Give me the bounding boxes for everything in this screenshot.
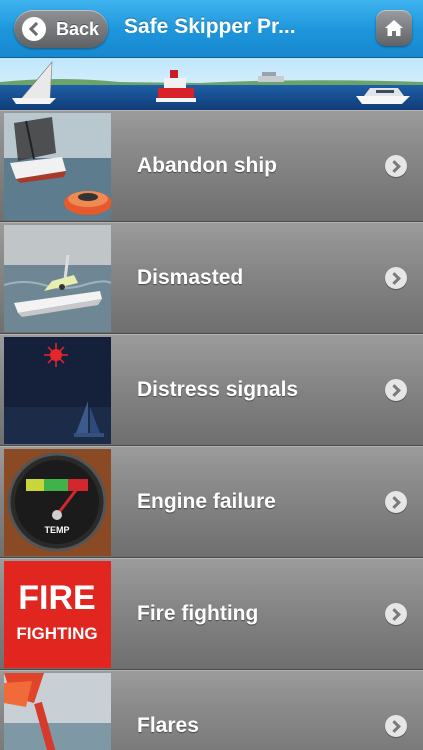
- list-item-dismasted[interactable]: Dismasted: [0, 222, 423, 334]
- gauge-label: TEMP: [44, 525, 69, 535]
- list-item-flares[interactable]: Flares: [0, 670, 423, 750]
- chevron-left-icon: [22, 17, 46, 41]
- chevron-right-icon: [385, 267, 407, 289]
- list-item-abandon-ship[interactable]: Abandon ship: [0, 110, 423, 222]
- handheld-flare-image: [4, 673, 111, 750]
- thumbnail: [4, 225, 111, 332]
- home-button[interactable]: [376, 10, 412, 46]
- list-item-distress-signals[interactable]: Distress signals: [0, 334, 423, 446]
- back-button-label: Back: [56, 18, 100, 39]
- chevron-right-icon: [385, 155, 407, 177]
- thumbnail: FIRE FIGHTING: [4, 561, 111, 668]
- boats-seascape-image: [0, 58, 423, 110]
- list-item-label: Fire fighting: [137, 602, 259, 625]
- navigation-bar: Back Safe Skipper Pr...: [0, 0, 423, 58]
- list-item-engine-failure[interactable]: TEMP Engine failure: [0, 446, 423, 558]
- list-item-label: Flares: [137, 714, 199, 737]
- back-button[interactable]: Back: [14, 10, 108, 48]
- thumbnail: [4, 113, 111, 220]
- fire-sign-text: FIRE: [18, 579, 95, 617]
- page-title: Safe Skipper Pr...: [124, 15, 296, 38]
- list-item-label: Distress signals: [137, 378, 299, 401]
- list-item-label: Engine failure: [137, 490, 276, 513]
- chevron-right-icon: [385, 379, 407, 401]
- fighting-sign-text: FIGHTING: [16, 624, 97, 643]
- header-banner: [0, 58, 423, 110]
- chevron-right-icon: [385, 715, 407, 737]
- chevron-right-icon: [385, 491, 407, 513]
- temp-gauge-image: TEMP: [4, 449, 111, 556]
- night-flare-sailboat-image: [4, 337, 111, 444]
- home-icon: [385, 20, 403, 36]
- list-item-label: Dismasted: [137, 266, 244, 289]
- list-item-fire-fighting[interactable]: FIRE FIGHTING Fire fighting: [0, 558, 423, 670]
- dismasted-yacht-image: [4, 225, 111, 332]
- list-item-label: Abandon ship: [137, 154, 277, 177]
- topic-list: Abandon ship Dismasted Distress signals …: [0, 110, 423, 750]
- fire-fighting-sign-image: FIRE FIGHTING: [4, 561, 111, 668]
- thumbnail: TEMP: [4, 449, 111, 556]
- chevron-right-icon: [385, 603, 407, 625]
- thumbnail: [4, 673, 111, 750]
- thumbnail: [4, 337, 111, 444]
- sinking-yacht-liferaft-image: [4, 113, 111, 220]
